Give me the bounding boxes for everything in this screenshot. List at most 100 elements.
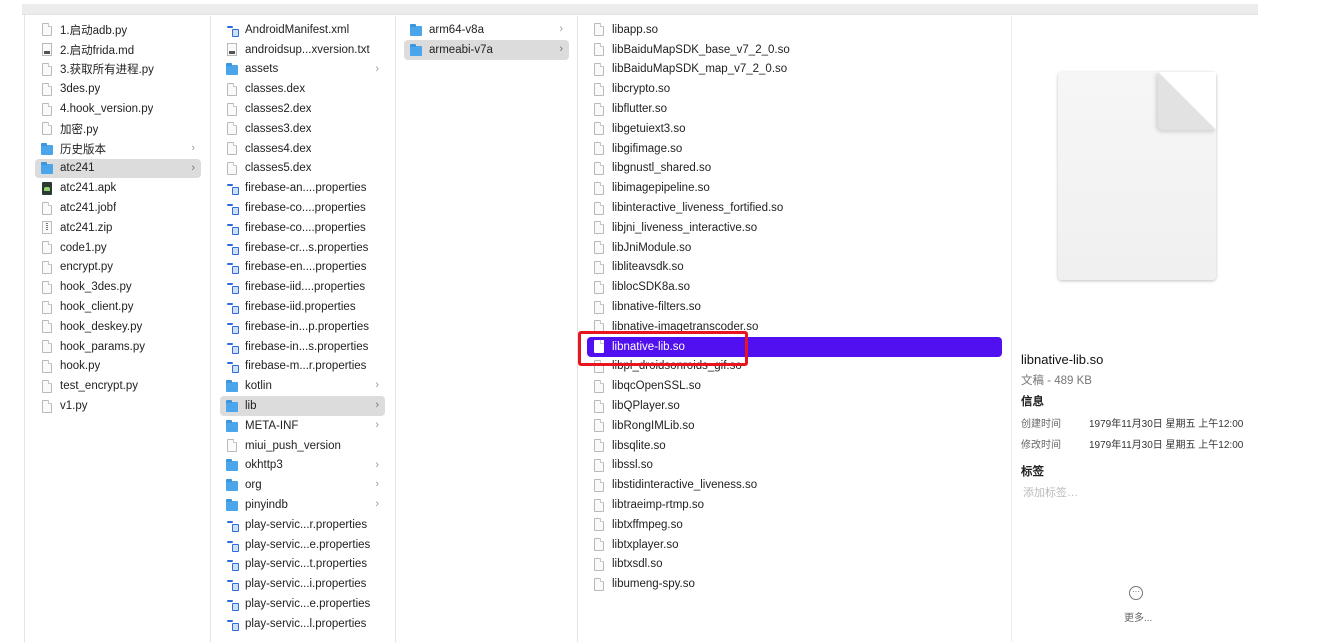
file-row[interactable]: libqcOpenSSL.so (587, 376, 1002, 396)
file-row[interactable]: 3des.py (35, 79, 201, 99)
file-row[interactable]: classes.dex (220, 79, 385, 99)
file-row[interactable]: liblocSDK8a.so (587, 277, 1002, 297)
file-row[interactable]: libRongIMLib.so (587, 416, 1002, 436)
column-browser-1[interactable]: 1.启动adb.py 2.启动frida.md 3.获取所有进程.py 3des.py… (25, 16, 211, 642)
file-row[interactable]: libQPlayer.so (587, 396, 1002, 416)
chevron-right-icon: › (191, 161, 195, 174)
column-browser-4[interactable]: libapp.so libBaiduMapSDK_base_v7_2_0.so li… (578, 16, 1012, 642)
file-row[interactable]: atc241.jobf (35, 198, 201, 218)
file-row[interactable]: firebase-iid....properties (220, 277, 385, 297)
file-row[interactable]: libtraeimp-rtmp.so (587, 495, 1002, 515)
file-row[interactable]: libgetuiext3.so (587, 119, 1002, 139)
file-row[interactable]: libssl.so (587, 456, 1002, 476)
file-row[interactable]: classes2.dex (220, 99, 385, 119)
file-row[interactable]: libtxsdl.so (587, 555, 1002, 575)
file-row[interactable]: libnative-imagetranscoder.so (587, 317, 1002, 337)
file-row[interactable]: libsqlite.so (587, 436, 1002, 456)
folder-row[interactable]: assets › (220, 60, 385, 80)
file-row[interactable]: 3.获取所有进程.py (35, 60, 201, 80)
file-row[interactable]: libliteavsdk.so (587, 258, 1002, 278)
file-row[interactable]: firebase-en....properties (220, 258, 385, 278)
file-row[interactable]: libBaiduMapSDK_map_v7_2_0.so (587, 60, 1002, 80)
file-row[interactable]: libflutter.so (587, 99, 1002, 119)
file-row[interactable]: firebase-in...s.properties (220, 337, 385, 357)
file-row[interactable]: libinteractive_liveness_fortified.so (587, 198, 1002, 218)
file-row[interactable]: libjni_liveness_interactive.so (587, 218, 1002, 238)
more-button-label[interactable]: 更多... (1124, 609, 1152, 624)
item-label: firebase-in...p.properties (245, 320, 370, 333)
file-row[interactable]: firebase-an....properties (220, 178, 385, 198)
file-row[interactable]: libstidinteractive_liveness.so (587, 475, 1002, 495)
file-row[interactable]: hook_client.py (35, 297, 201, 317)
file-row[interactable]: test_encrypt.py (35, 376, 201, 396)
document-icon (593, 557, 605, 571)
folder-row[interactable]: arm64-v8a › (404, 20, 569, 40)
file-row[interactable]: encrypt.py (35, 258, 201, 278)
zip-archive-icon (41, 221, 53, 235)
file-row[interactable]: hook.py (35, 357, 201, 377)
file-row[interactable]: libtxplayer.so (587, 535, 1002, 555)
file-row[interactable]: atc241.apk (35, 178, 201, 198)
file-row[interactable]: miui_push_version (220, 436, 385, 456)
add-tags-field[interactable]: 添加标签… (1023, 484, 1078, 500)
file-row[interactable]: firebase-co....properties (220, 198, 385, 218)
file-row[interactable]: play-servic...l.properties (220, 614, 385, 634)
folder-row[interactable]: atc241 › (35, 158, 201, 179)
file-row[interactable]: libJniModule.so (587, 238, 1002, 258)
chevron-right-icon: › (559, 23, 563, 35)
file-row[interactable]: play-servic...i.properties (220, 574, 385, 594)
file-row[interactable]: play-servic...e.properties (220, 594, 385, 614)
file-row[interactable]: classes5.dex (220, 159, 385, 179)
file-row[interactable]: play-servic...e.properties (220, 535, 385, 555)
file-row[interactable]: libBaiduMapSDK_base_v7_2_0.so (587, 40, 1002, 60)
file-row[interactable]: androidsup...xversion.txt (220, 40, 385, 60)
column-browser-3[interactable]: arm64-v8a › armeabi-v7a › (396, 16, 578, 642)
column-browser-2[interactable]: AndroidManifest.xml androidsup...xversion… (211, 16, 396, 642)
file-row[interactable]: libpl_droidsonroids_gif.so (587, 357, 1002, 377)
folder-icon (226, 458, 238, 472)
file-row[interactable]: play-servic...t.properties (220, 555, 385, 575)
file-row[interactable]: AndroidManifest.xml (220, 20, 385, 40)
file-row[interactable]: firebase-cr...s.properties (220, 238, 385, 258)
file-row[interactable]: atc241.zip (35, 218, 201, 238)
file-row[interactable]: libnative-filters.so (587, 297, 1002, 317)
document-icon (593, 379, 605, 393)
folder-row[interactable]: lib › (220, 396, 385, 416)
file-row[interactable]: libtxffmpeg.so (587, 515, 1002, 535)
file-row[interactable]: libnative-lib.so (587, 336, 1002, 357)
document-icon (41, 82, 53, 96)
file-row[interactable]: hook_deskey.py (35, 317, 201, 337)
file-row[interactable]: 加密.py (35, 119, 201, 139)
file-row[interactable]: 2.启动frida.md (35, 40, 201, 60)
file-row[interactable]: libimagepipeline.so (587, 178, 1002, 198)
file-row[interactable]: libgnustl_shared.so (587, 159, 1002, 179)
document-icon (41, 23, 53, 37)
folder-row[interactable]: armeabi-v7a › (404, 39, 569, 60)
folder-row[interactable]: META-INF › (220, 416, 385, 436)
item-label: play-servic...r.properties (245, 518, 368, 531)
file-row[interactable]: hook_3des.py (35, 277, 201, 297)
folder-row[interactable]: okhttp3 › (220, 456, 385, 476)
file-row[interactable]: play-servic...r.properties (220, 515, 385, 535)
file-row[interactable]: classes4.dex (220, 139, 385, 159)
file-row[interactable]: firebase-co....properties (220, 218, 385, 238)
folder-row[interactable]: kotlin › (220, 376, 385, 396)
file-row[interactable]: code1.py (35, 238, 201, 258)
folder-row[interactable]: pinyindb › (220, 495, 385, 515)
file-row[interactable]: libumeng-spy.so (587, 574, 1002, 594)
file-row[interactable]: libapp.so (587, 20, 1002, 40)
folder-row[interactable]: org › (220, 475, 385, 495)
file-row[interactable]: firebase-m...r.properties (220, 357, 385, 377)
file-row[interactable]: 4.hook_version.py (35, 99, 201, 119)
file-row[interactable]: classes3.dex (220, 119, 385, 139)
item-label: libtxsdl.so (612, 558, 663, 571)
file-row[interactable]: v1.py (35, 396, 201, 416)
folder-row[interactable]: 历史版本 › (35, 139, 201, 159)
file-row[interactable]: libcrypto.so (587, 79, 1002, 99)
file-row[interactable]: firebase-in...p.properties (220, 317, 385, 337)
ellipsis-circle-icon[interactable]: ··· (1129, 586, 1143, 600)
file-row[interactable]: 1.启动adb.py (35, 20, 201, 40)
file-row[interactable]: hook_params.py (35, 337, 201, 357)
file-row[interactable]: firebase-iid.properties (220, 297, 385, 317)
file-row[interactable]: libgifimage.so (587, 139, 1002, 159)
